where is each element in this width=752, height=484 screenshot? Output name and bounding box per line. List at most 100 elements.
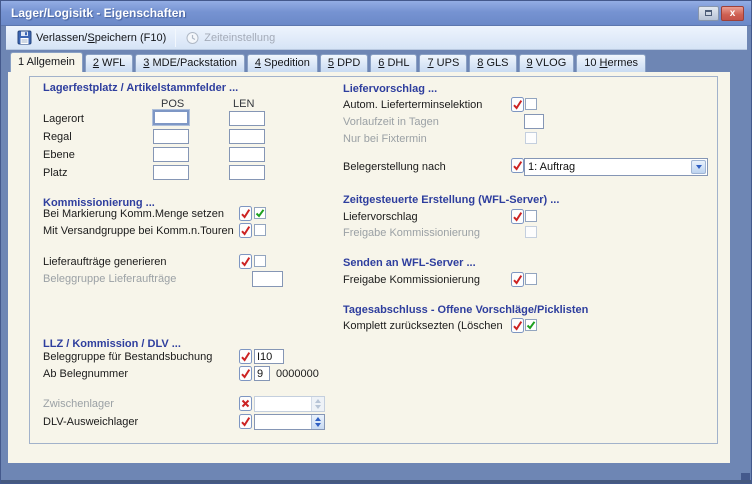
app-window: Lager/Logisitk - Eigenschaften x Verlass… xyxy=(0,0,752,484)
tab-gls[interactable]: 8 GLS xyxy=(469,54,516,72)
label-versandgruppe: Mit Versandgruppe bei Komm.n.Touren xyxy=(43,225,234,237)
lieferauftraege-checkbox[interactable] xyxy=(254,255,266,267)
lieferterminselektion-checkbox[interactable] xyxy=(525,98,537,110)
tab-spedition[interactable]: 4 Spedition xyxy=(247,54,318,72)
label-senden-freigabe-komm: Freigabe Kommissionierung xyxy=(343,274,480,286)
tab-vlog[interactable]: 9 VLOG xyxy=(519,54,575,72)
window-title: Lager/Logisitk - Eigenschaften xyxy=(11,1,186,26)
restore-icon xyxy=(705,10,712,16)
doc-check-icon[interactable] xyxy=(239,223,252,238)
spin-up-icon xyxy=(315,417,321,421)
lagerort-len-input[interactable] xyxy=(229,111,265,126)
ebene-len-input[interactable] xyxy=(229,147,265,162)
column-header-len: LEN xyxy=(233,98,254,110)
label-komplett-zuruecksetzen: Komplett zurücksezten (Löschen xyxy=(343,320,503,332)
dlv-ausweichlager-spinner[interactable] xyxy=(254,414,325,430)
doc-x-icon[interactable] xyxy=(239,396,252,411)
label-vorlaufzeit: Vorlaufzeit in Tagen xyxy=(343,116,439,128)
label-lieferauftraege: Lieferaufträge generieren xyxy=(43,256,167,268)
doc-check-icon[interactable] xyxy=(511,158,524,173)
regal-len-input[interactable] xyxy=(229,129,265,144)
label-zwischenlager: Zwischenlager xyxy=(43,398,114,410)
time-settings-label: Zeiteinstellung xyxy=(204,32,275,44)
label-zeit-freigabe-komm: Freigabe Kommissionierung xyxy=(343,227,480,239)
spin-down-icon xyxy=(315,423,321,427)
versandgruppe-checkbox[interactable] xyxy=(254,224,266,236)
ab-belegnummer-input[interactable] xyxy=(254,366,270,381)
beleggruppe-lieferauftraege-input[interactable] xyxy=(252,271,283,287)
chevron-down-icon xyxy=(696,165,702,169)
heading-tagesabschluss: Tagesabschluss - Offene Vorschläge/Pickl… xyxy=(343,304,588,316)
label-zeit-liefervorschlag: Liefervorschlag xyxy=(343,211,418,223)
belegerstellung-dropdown[interactable]: 1: Auftrag xyxy=(524,158,708,176)
doc-check-icon[interactable] xyxy=(511,97,524,112)
tab-wfl[interactable]: 2 WFL xyxy=(85,54,133,72)
belegnummer-suffix: 0000000 xyxy=(276,368,319,380)
toolbar: Verlassen/Speichern (F10) Zeiteinstellun… xyxy=(6,26,747,50)
komm-menge-checkbox[interactable] xyxy=(254,207,266,219)
belegerstellung-selected-value: 1: Auftrag xyxy=(528,160,575,175)
doc-check-icon[interactable] xyxy=(239,349,252,364)
column-header-pos: POS xyxy=(161,98,184,110)
label-ab-belegnummer: Ab Belegnummer xyxy=(43,368,128,380)
doc-check-icon[interactable] xyxy=(239,206,252,221)
tab-hermes[interactable]: 10 Hermes xyxy=(576,54,646,72)
heading-llz: LLZ / Kommission / DLV ... xyxy=(43,338,181,350)
dropdown-button[interactable] xyxy=(691,160,706,174)
spinner-buttons[interactable] xyxy=(311,397,324,411)
regal-pos-input[interactable] xyxy=(153,129,189,144)
zwischenlager-spinner[interactable] xyxy=(254,396,325,412)
close-button[interactable]: x xyxy=(721,6,744,21)
save-label: Verlassen/ xyxy=(36,32,87,44)
tab-page-allgemein: Lagerfestplatz / Artikelstammfelder ... … xyxy=(8,72,730,463)
heading-liefervorschlag: Liefervorschlag ... xyxy=(343,83,437,95)
doc-check-icon[interactable] xyxy=(239,414,252,429)
beleggruppe-bestand-input[interactable] xyxy=(254,349,284,364)
doc-check-icon[interactable] xyxy=(511,272,524,287)
restore-button[interactable] xyxy=(698,6,719,21)
label-nur-bei-fixtermin: Nur bei Fixtermin xyxy=(343,133,427,145)
tab-dhl[interactable]: 6 DHL xyxy=(370,54,417,72)
label-lagerort: Lagerort xyxy=(43,113,84,125)
label-autom-lieferterminselektion: Autom. Lieferterminselektion xyxy=(343,99,482,111)
doc-check-icon[interactable] xyxy=(239,254,252,269)
label-beleggruppe-lieferauftraege: Beleggruppe Lieferaufträge xyxy=(43,273,176,285)
tab-dpd[interactable]: 5 DPD xyxy=(320,54,368,72)
lagerort-pos-input[interactable] xyxy=(153,110,189,125)
tab-ups[interactable]: 7 UPS xyxy=(419,54,467,72)
ebene-pos-input[interactable] xyxy=(153,147,189,162)
zeit-liefervorschlag-checkbox[interactable] xyxy=(525,210,537,222)
tab-strip: 1 Allgemein 2 WFL 3 MDE/Packstation 4 Sp… xyxy=(10,52,646,72)
vorlaufzeit-input[interactable] xyxy=(524,114,544,129)
doc-check-icon[interactable] xyxy=(239,366,252,381)
heading-lagerfestplatz: Lagerfestplatz / Artikelstammfelder ... xyxy=(43,82,238,94)
label-beleggruppe-bestand: Beleggruppe für Bestandsbuchung xyxy=(43,351,212,363)
titlebar[interactable]: Lager/Logisitk - Eigenschaften x xyxy=(1,1,751,26)
client-area: Verlassen/Speichern (F10) Zeiteinstellun… xyxy=(6,26,747,463)
save-icon xyxy=(17,30,32,45)
platz-pos-input[interactable] xyxy=(153,165,189,180)
label-ebene: Ebene xyxy=(43,149,75,161)
label-komm-menge: Bei Markierung Komm.Menge setzen xyxy=(43,208,224,220)
senden-freigabe-komm-checkbox[interactable] xyxy=(525,273,537,285)
label-regal: Regal xyxy=(43,131,72,143)
save-exit-button[interactable]: Verlassen/Speichern (F10) xyxy=(11,28,172,48)
resize-grip[interactable] xyxy=(741,473,750,482)
tab-mde-packstation[interactable]: 3 MDE/Packstation xyxy=(135,54,245,72)
label-belegerstellung-nach: Belegerstellung nach xyxy=(343,161,446,173)
heading-zeitgesteuert: Zeitgesteuerte Erstellung (WFL-Server) .… xyxy=(343,194,559,206)
doc-check-icon[interactable] xyxy=(511,209,524,224)
toolbar-separator xyxy=(175,29,176,47)
spin-up-icon xyxy=(315,399,321,403)
spinner-buttons[interactable] xyxy=(311,415,324,429)
tab-allgemein[interactable]: 1 Allgemein xyxy=(10,52,83,72)
clock-icon xyxy=(185,30,200,46)
label-platz: Platz xyxy=(43,167,67,179)
doc-check-icon[interactable] xyxy=(511,318,524,333)
fixtermin-checkbox[interactable] xyxy=(525,132,537,144)
time-settings-button[interactable]: Zeiteinstellung xyxy=(179,28,281,48)
heading-senden-wfl: Senden an WFL-Server ... xyxy=(343,257,476,269)
zeit-freigabe-komm-checkbox[interactable] xyxy=(525,226,537,238)
platz-len-input[interactable] xyxy=(229,165,265,180)
komplett-zuruecksetzen-checkbox[interactable] xyxy=(525,319,537,331)
